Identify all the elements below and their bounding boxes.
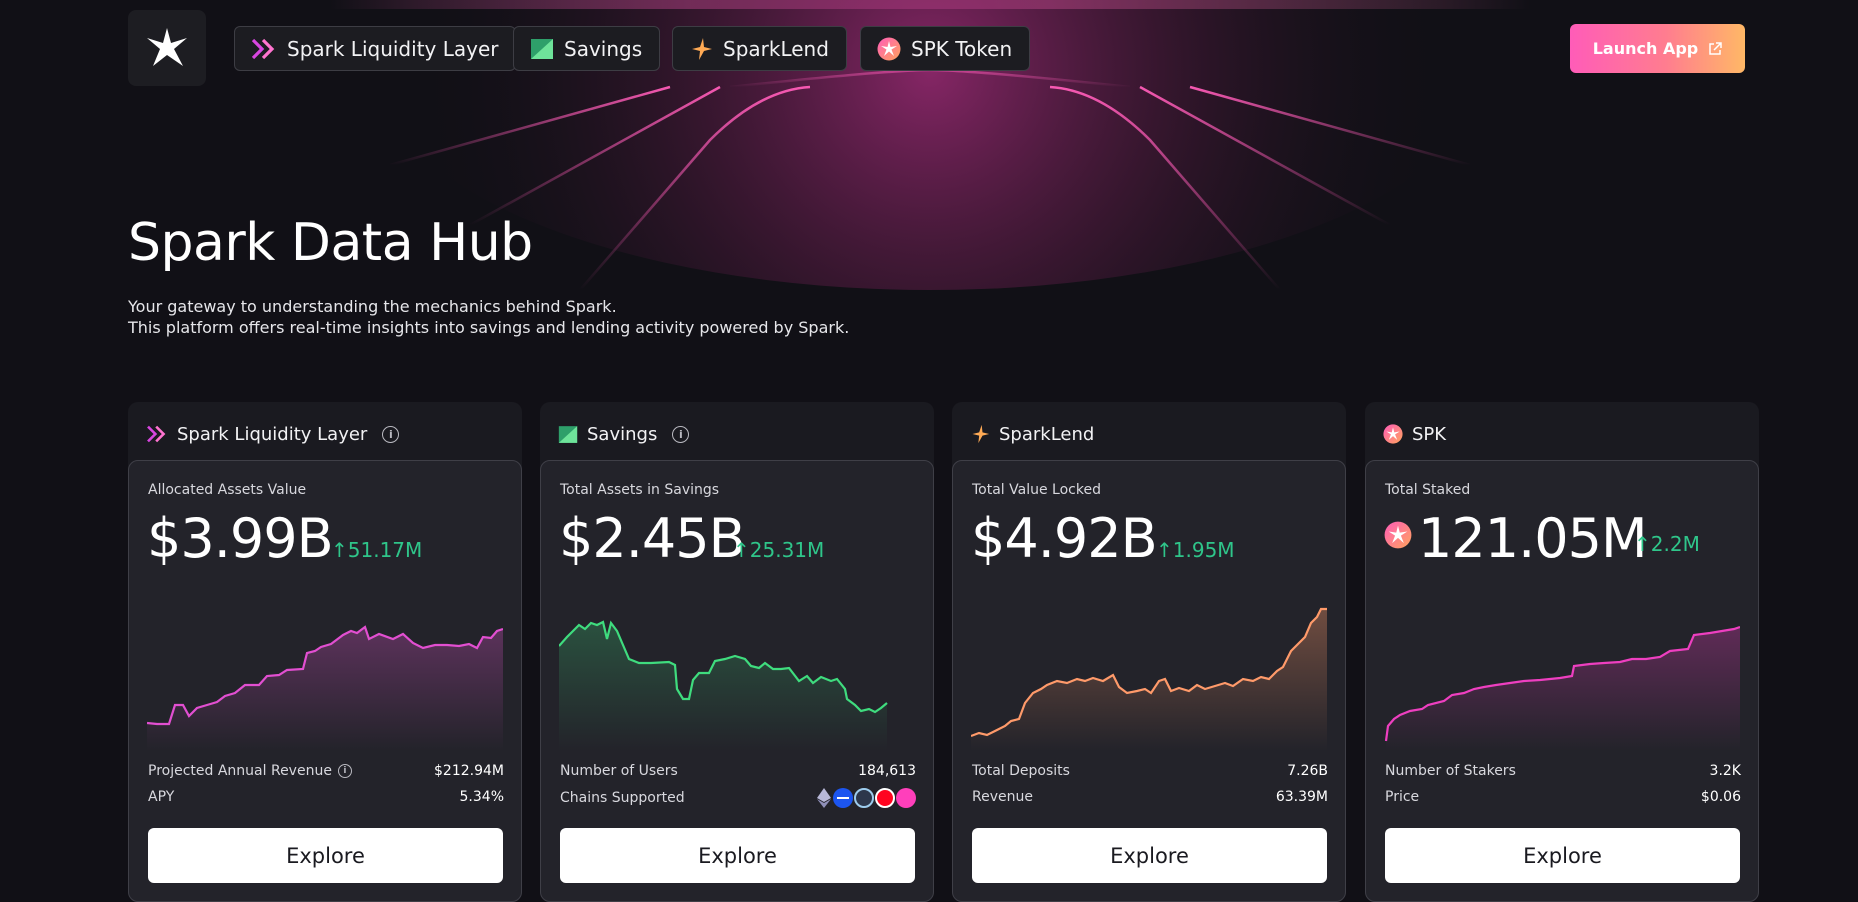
- subtitle-line-1: Your gateway to understanding the mechan…: [128, 297, 617, 316]
- metric-label: Total Staked: [1385, 482, 1471, 498]
- metric-value: $2.45B: [559, 507, 746, 570]
- nav-label: SparkLend: [723, 36, 829, 61]
- stat-row-revenue: Revenue 63.39M: [972, 789, 1328, 805]
- info-icon[interactable]: i: [382, 425, 400, 443]
- metric-delta: ↑25.31M: [733, 538, 825, 562]
- double-chevron-icon: [251, 38, 275, 59]
- card-header: Savings i: [558, 422, 690, 446]
- nav-spk-token[interactable]: SPK Token: [860, 26, 1031, 71]
- stat-value: $0.06: [1700, 789, 1741, 805]
- stat-value: 7.26B: [1287, 763, 1328, 779]
- sparkle-icon: [692, 37, 712, 60]
- card-header: Spark Liquidity Layer i: [146, 422, 400, 446]
- stat-label: Chains Supported: [560, 790, 685, 806]
- stat-value: 63.39M: [1275, 789, 1328, 805]
- optimism-icon: [875, 788, 895, 808]
- stat-value: 5.34%: [459, 789, 504, 805]
- metric-delta: ↑1.95M: [1156, 538, 1235, 562]
- card-spark-liquidity-layer: Spark Liquidity Layer i Allocated Assets…: [128, 402, 522, 902]
- stat-value: 3.2K: [1709, 763, 1741, 779]
- stat-row-projected-revenue: Projected Annual Revenue i $212.94M: [148, 763, 504, 779]
- card-body: Total Staked 121.05M ↑2.2M Number of Sta…: [1365, 460, 1759, 902]
- card-body: Total Value Locked $4.92B ↑1.95M Total D…: [952, 460, 1346, 902]
- sparkline-chart: [971, 607, 1327, 751]
- launch-app-label: Launch App: [1592, 39, 1699, 58]
- card-header: SPK: [1383, 422, 1446, 446]
- sparkle-icon: [972, 424, 990, 444]
- metric-delta: ↑51.17M: [331, 538, 423, 562]
- stat-row-users: Number of Users 184,613: [560, 763, 916, 779]
- explore-button[interactable]: Explore: [560, 828, 915, 883]
- external-link-icon: [1709, 41, 1722, 55]
- card-title: SPK: [1412, 423, 1447, 445]
- spk-token-icon: [1384, 521, 1412, 549]
- stat-row-price: Price $0.06: [1385, 789, 1741, 805]
- launch-app-button[interactable]: Launch App: [1570, 24, 1745, 73]
- nav-sparklend[interactable]: SparkLend: [672, 26, 847, 71]
- sparkline-chart: [559, 620, 888, 751]
- spark-logo[interactable]: [128, 10, 206, 86]
- card-title: Savings: [587, 423, 658, 445]
- arbitrum-icon: [854, 788, 874, 808]
- explore-button[interactable]: Explore: [1385, 828, 1740, 883]
- card-header: SparkLend: [970, 422, 1094, 446]
- card-sparklend: SparkLend Total Value Locked $4.92B ↑1.9…: [952, 402, 1346, 902]
- stat-label: Price: [1385, 789, 1420, 805]
- spk-token-icon: [1383, 424, 1403, 444]
- page-subtitle: Your gateway to understanding the mechan…: [128, 296, 849, 338]
- stat-label: Projected Annual Revenue: [148, 763, 332, 779]
- stat-label: Revenue: [972, 789, 1033, 805]
- stat-label: APY: [148, 789, 175, 805]
- double-chevron-icon: [147, 425, 166, 443]
- ethereum-icon: [817, 788, 831, 808]
- metric-label: Total Value Locked: [972, 482, 1101, 498]
- metric-value: $3.99B: [147, 507, 334, 570]
- metric-value: $4.92B: [971, 507, 1158, 570]
- stat-label: Number of Stakers: [1385, 763, 1516, 779]
- stat-row-deposits: Total Deposits 7.26B: [972, 763, 1328, 779]
- card-title: SparkLend: [999, 423, 1095, 445]
- nav-label: Spark Liquidity Layer: [287, 36, 499, 61]
- nav-spark-liquidity-layer[interactable]: Spark Liquidity Layer: [234, 26, 517, 71]
- info-icon[interactable]: i: [337, 764, 352, 778]
- info-icon[interactable]: i: [672, 425, 690, 443]
- sparkline-chart: [1384, 625, 1740, 751]
- subtitle-line-2: This platform offers real-time insights …: [128, 318, 850, 337]
- top-nav: Spark Liquidity Layer Savings SparkLend …: [0, 0, 1858, 86]
- card-spk: SPK Total Staked 121.05M ↑2.2M Number of…: [1365, 402, 1759, 902]
- nav-label: Savings: [564, 36, 643, 61]
- metric-delta: ↑2.2M: [1634, 532, 1700, 556]
- metric-label: Allocated Assets Value: [148, 482, 307, 498]
- stat-row-chains: Chains Supported: [560, 788, 916, 808]
- card-body: Allocated Assets Value $3.99B ↑51.17M Pr…: [128, 460, 522, 902]
- stat-row-stakers: Number of Stakers 3.2K: [1385, 763, 1741, 779]
- stat-value: $212.94M: [434, 763, 504, 779]
- metric-value: 121.05M: [1418, 507, 1648, 570]
- stat-label: Total Deposits: [972, 763, 1070, 779]
- savings-icon: [531, 38, 553, 59]
- nav-label: SPK Token: [911, 36, 1013, 61]
- stat-value: 184,613: [858, 763, 916, 779]
- explore-button[interactable]: Explore: [148, 828, 503, 883]
- stat-row-apy: APY 5.34%: [148, 789, 504, 805]
- stat-label: Number of Users: [560, 763, 678, 779]
- spark-star-icon: [147, 28, 187, 66]
- explore-button[interactable]: Explore: [972, 828, 1327, 883]
- savings-icon: [558, 425, 578, 443]
- nav-savings[interactable]: Savings: [513, 26, 661, 71]
- metric-label: Total Assets in Savings: [560, 482, 720, 498]
- card-savings: Savings i Total Assets in Savings $2.45B…: [540, 402, 934, 902]
- card-body: Total Assets in Savings $2.45B ↑25.31M N…: [540, 460, 934, 902]
- card-title: Spark Liquidity Layer: [177, 423, 368, 445]
- base-icon: [833, 788, 853, 808]
- page-title: Spark Data Hub: [128, 213, 533, 273]
- chain-icons: [816, 788, 916, 808]
- spk-token-icon: [877, 37, 901, 60]
- sparkline-chart: [147, 625, 503, 751]
- unichain-icon: [896, 788, 916, 808]
